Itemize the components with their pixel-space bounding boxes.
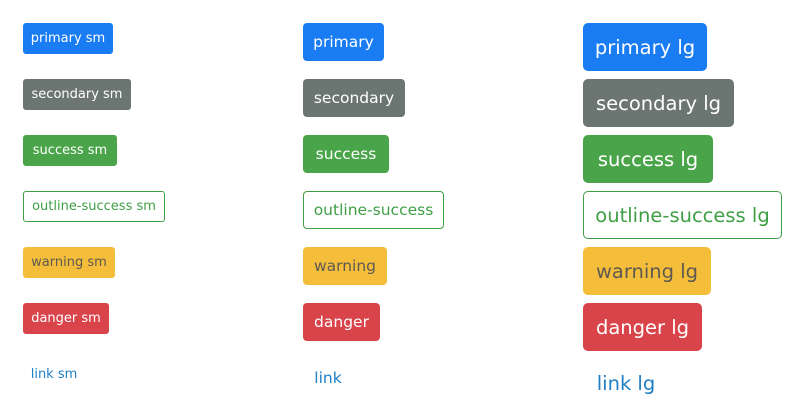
warning-lg-button[interactable]: warning lg bbox=[583, 247, 711, 295]
warning-button[interactable]: warning bbox=[303, 247, 387, 285]
secondary-sm-button[interactable]: secondary sm bbox=[23, 79, 131, 110]
warning-sm-button[interactable]: warning sm bbox=[23, 247, 115, 278]
primary-sm-button[interactable]: primary sm bbox=[23, 23, 113, 54]
success-sm-button[interactable]: success sm bbox=[23, 135, 117, 166]
link-sm-button[interactable]: link sm bbox=[23, 359, 85, 390]
link-lg-button[interactable]: link lg bbox=[583, 359, 669, 407]
danger-sm-button[interactable]: danger sm bbox=[23, 303, 109, 334]
outline-success-sm-button[interactable]: outline-success sm bbox=[23, 191, 165, 222]
secondary-lg-button[interactable]: secondary lg bbox=[583, 79, 734, 127]
danger-lg-button[interactable]: danger lg bbox=[583, 303, 702, 351]
secondary-button[interactable]: secondary bbox=[303, 79, 405, 117]
outline-success-button[interactable]: outline-success bbox=[303, 191, 444, 229]
danger-button[interactable]: danger bbox=[303, 303, 380, 341]
success-lg-button[interactable]: success lg bbox=[583, 135, 713, 183]
primary-button[interactable]: primary bbox=[303, 23, 384, 61]
link-button[interactable]: link bbox=[303, 359, 353, 397]
success-button[interactable]: success bbox=[303, 135, 389, 173]
primary-lg-button[interactable]: primary lg bbox=[583, 23, 707, 71]
outline-success-lg-button[interactable]: outline-success lg bbox=[583, 191, 782, 239]
